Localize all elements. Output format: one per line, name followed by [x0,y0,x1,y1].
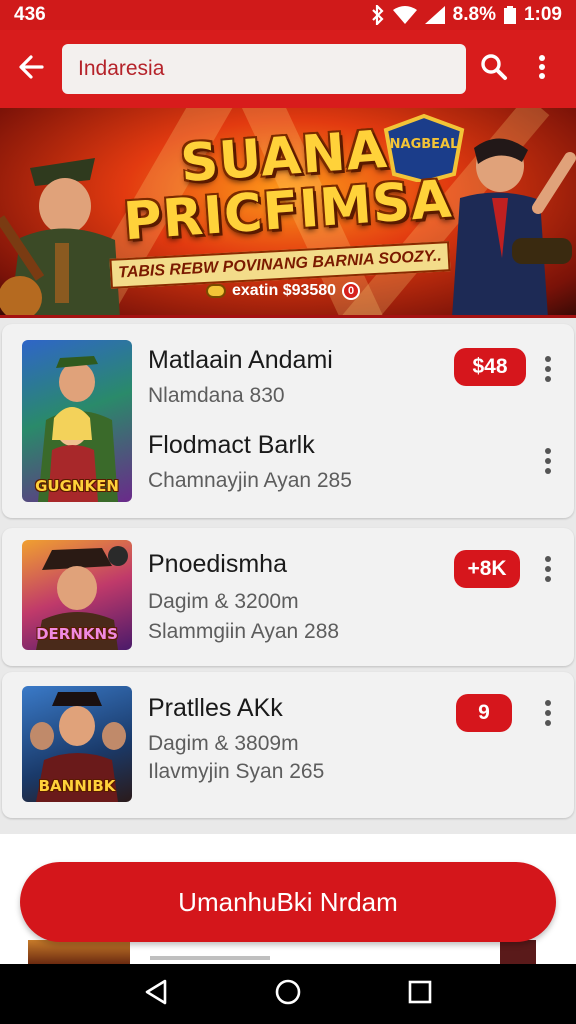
nav-home-icon [274,978,302,1011]
item-more-button[interactable] [536,354,560,384]
item-more-button[interactable] [536,698,560,728]
signal-icon [424,6,445,24]
game-subtitle-2: Ilavmyjin Syan 265 [148,760,325,783]
banner-promo-text: exatin $93580 [232,282,337,299]
thumbnail-label: GUGNKEN [35,477,119,495]
banner-title: SUANA PRICFIMSA [121,119,455,253]
status-bar: 436 8.8% 1:09 [0,0,576,30]
nav-back-button[interactable] [126,964,186,1024]
price-badge[interactable]: $48 [454,348,526,386]
game-card[interactable]: GUGNKEN Matlaain Andami Nlamdana 830 $48… [2,324,574,518]
promo-banner[interactable]: NAGBEAL SUANA PRICFIMSA TABIS REBW POVIN… [0,108,576,318]
search-icon [480,53,508,86]
back-button[interactable] [0,30,62,108]
game-card[interactable]: DERNKNS Pnoedismha Dagim & 3200m Slammgi… [2,528,574,666]
battery-percent: 8.8% [452,4,496,25]
peek-thumbnail [28,940,130,964]
bluetooth-icon [371,5,385,25]
item-more-button[interactable] [536,446,560,476]
status-left-text: 436 [14,4,46,25]
peek-text-line [150,956,270,960]
nav-recents-icon [408,980,432,1009]
game-subtitle: Chamnayjin Ayan 285 [148,469,352,492]
app-bar [0,30,576,108]
game-thumbnail: GUGNKEN [22,340,132,502]
search-field[interactable] [62,44,466,94]
banner-promo: exatin $93580 0 [206,278,361,304]
game-title: Pratlles AKk [148,694,283,722]
game-subtitle: Dagim & 3809m [148,732,299,755]
promo-badge-icon: 0 [342,282,361,300]
nav-back-icon [143,978,169,1011]
back-arrow-icon [18,54,44,84]
more-vert-icon [538,54,546,85]
game-thumbnail: DERNKNS [22,540,132,650]
game-thumbnail: BANNIBK [22,686,132,802]
thumbnail-label: DERNKNS [36,625,118,643]
battery-icon [503,6,516,24]
game-title: Pnoedismha [148,550,287,578]
search-input[interactable] [78,57,450,81]
primary-cta-button[interactable]: UmanhuBki Nrdam [20,862,556,942]
price-badge[interactable]: +8K [454,550,520,588]
game-card[interactable]: BANNIBK Pratlles AKk Dagim & 3809m Ilavm… [2,672,574,818]
status-icons: 8.8% 1:09 [371,4,562,26]
nav-recents-button[interactable] [390,964,450,1024]
game-subtitle: Nlamdana 830 [148,384,285,407]
game-subtitle: Dagim & 3200m [148,590,299,613]
clock: 1:09 [523,4,562,25]
nav-home-button[interactable] [258,964,318,1024]
price-badge[interactable]: 9 [456,694,512,732]
wifi-icon [392,6,417,24]
game-title: Flodmact Barlk [148,431,315,459]
thumbnail-label: BANNIBK [38,777,116,795]
system-nav-bar [0,964,576,1024]
item-more-button[interactable] [536,554,560,584]
game-subtitle-2: Slammgiin Ayan 288 [148,620,340,643]
peek-item [500,940,536,964]
search-button[interactable] [470,30,518,108]
overflow-menu-button[interactable] [518,30,566,108]
coin-icon [206,284,226,298]
game-title: Matlaain Andami [148,346,333,374]
